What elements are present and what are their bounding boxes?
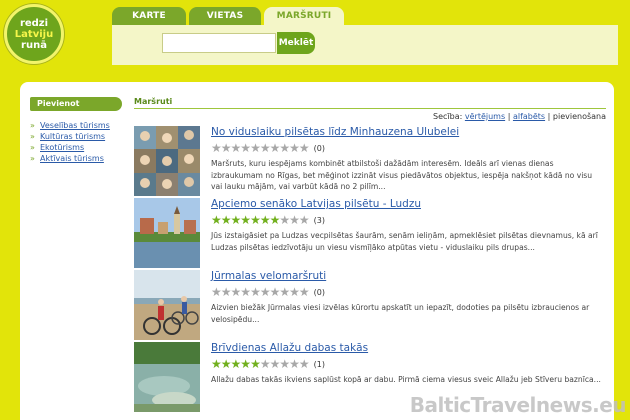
- star-icon[interactable]: ★: [270, 286, 281, 298]
- bullet-icon: »: [30, 143, 35, 152]
- add-route-button[interactable]: Pievienot maršrutu: [30, 97, 122, 122]
- route-description: Allažu dabas takās ikviens saplūst kopā …: [211, 375, 601, 384]
- star-icon[interactable]: ★: [250, 286, 261, 298]
- route-description: Aizvien biežāk Jūrmalas viesi izvēlas kū…: [211, 303, 590, 324]
- rating-count: (3): [313, 215, 325, 225]
- star-icon[interactable]: ★: [250, 142, 261, 154]
- star-rating[interactable]: ★ ★ ★ ★ ★ ★ ★ ★ ★ ★ (0): [211, 142, 325, 154]
- category-link-active[interactable]: Aktīvais tūrisms: [40, 154, 104, 163]
- star-icon[interactable]: ★: [279, 286, 290, 298]
- star-icon[interactable]: ★: [299, 286, 310, 298]
- route-thumbnail[interactable]: [134, 270, 200, 340]
- star-rating[interactable]: ★ ★ ★ ★ ★ ★ ★ ★ ★ ★ (1): [211, 358, 325, 370]
- sort-separator: |: [547, 112, 551, 121]
- star-icon[interactable]: ★: [221, 214, 232, 226]
- star-icon[interactable]: ★: [270, 358, 281, 370]
- rating-count: (0): [313, 143, 325, 153]
- route-thumbnail[interactable]: [134, 342, 200, 412]
- route-thumbnail[interactable]: [134, 198, 200, 268]
- star-icon[interactable]: ★: [250, 358, 261, 370]
- route-description: Maršruts, kuru iespējams kombinēt atbils…: [211, 159, 593, 191]
- logo-line-2: Latviju: [14, 28, 54, 40]
- star-icon[interactable]: ★: [211, 286, 222, 298]
- route-item: Apciemo senāko Latvijas pilsētu - Ludzu …: [134, 198, 606, 270]
- bullet-icon: »: [30, 121, 35, 130]
- route-title-link[interactable]: Brīvdienas Allažu dabas takās: [211, 342, 368, 354]
- category-link-health[interactable]: Veselības tūrisms: [40, 121, 110, 130]
- route-item: No viduslaiku pilsētas līdz Minhauzena U…: [134, 126, 606, 198]
- star-rating[interactable]: ★ ★ ★ ★ ★ ★ ★ ★ ★ ★ (0): [211, 286, 325, 298]
- rating-count: (1): [313, 359, 325, 369]
- star-icon[interactable]: ★: [221, 358, 232, 370]
- star-rating[interactable]: ★ ★ ★ ★ ★ ★ ★ ★ ★ ★ (3): [211, 214, 325, 226]
- star-icon[interactable]: ★: [260, 286, 271, 298]
- sort-separator: |: [507, 112, 511, 121]
- tab-vietas[interactable]: VIETAS: [189, 7, 261, 25]
- rating-count: (0): [313, 287, 325, 297]
- star-icon[interactable]: ★: [211, 214, 222, 226]
- star-icon[interactable]: ★: [279, 142, 290, 154]
- star-icon[interactable]: ★: [240, 142, 251, 154]
- route-title-link[interactable]: Apciemo senāko Latvijas pilsētu - Ludzu: [211, 198, 421, 210]
- search-input[interactable]: [162, 33, 276, 53]
- route-title-link[interactable]: Jūrmalas velomaršruti: [211, 270, 326, 282]
- watermark: BalticTravelnews.eu: [409, 393, 627, 417]
- site-logo[interactable]: redzi Latviju runā: [4, 4, 64, 64]
- star-icon[interactable]: ★: [289, 142, 300, 154]
- logo-line-1: redzi: [19, 17, 49, 29]
- category-link-culture[interactable]: Kultūras tūrisms: [40, 132, 105, 141]
- sort-by-added: pievienošana: [552, 112, 606, 121]
- main-content: Maršruti Secība: vērtējums | alfabēts | …: [134, 97, 606, 412]
- star-icon[interactable]: ★: [221, 286, 232, 298]
- star-icon[interactable]: ★: [289, 286, 300, 298]
- star-icon[interactable]: ★: [250, 214, 261, 226]
- breadcrumb: Maršruti: [134, 97, 606, 109]
- star-icon[interactable]: ★: [289, 358, 300, 370]
- star-icon[interactable]: ★: [211, 142, 222, 154]
- star-icon[interactable]: ★: [240, 286, 251, 298]
- top-nav: KARTE VIETAS MARŠRUTI: [112, 7, 344, 25]
- route-item: Jūrmalas velomaršruti ★ ★ ★ ★ ★ ★ ★ ★ ★ ★ (0) Aizv…: [134, 270, 606, 342]
- star-icon[interactable]: ★: [231, 214, 242, 226]
- star-icon[interactable]: ★: [231, 286, 242, 298]
- bullet-icon: »: [30, 154, 35, 163]
- sort-by-alphabet[interactable]: alfabēts: [513, 112, 545, 121]
- category-link-eco[interactable]: Ekotūrisms: [40, 143, 84, 152]
- category-list: » Veselības tūrisms » Kultūras tūrisms » Ek…: [30, 121, 130, 163]
- sort-bar: Secība: vērtējums | alfabēts | pievienoš…: [134, 112, 606, 121]
- star-icon[interactable]: ★: [270, 142, 281, 154]
- bullet-icon: »: [30, 132, 35, 141]
- star-icon[interactable]: ★: [279, 214, 290, 226]
- star-icon[interactable]: ★: [211, 358, 222, 370]
- route-title-link[interactable]: No viduslaiku pilsētas līdz Minhauzena U…: [211, 126, 459, 138]
- sort-by-rating[interactable]: vērtējums: [465, 112, 505, 121]
- tab-marsruti[interactable]: MARŠRUTI: [264, 7, 344, 25]
- star-icon[interactable]: ★: [299, 358, 310, 370]
- star-icon[interactable]: ★: [279, 358, 290, 370]
- star-icon[interactable]: ★: [231, 142, 242, 154]
- star-icon[interactable]: ★: [299, 142, 310, 154]
- star-icon[interactable]: ★: [240, 214, 251, 226]
- route-thumbnail[interactable]: [134, 126, 200, 196]
- star-icon[interactable]: ★: [240, 358, 251, 370]
- route-description: Jūs izstaigāsiet pa Ludzas vecpilsētas š…: [211, 231, 598, 252]
- star-icon[interactable]: ★: [289, 214, 300, 226]
- list-item: » Kultūras tūrisms: [30, 132, 130, 141]
- star-icon[interactable]: ★: [260, 358, 271, 370]
- tab-karte[interactable]: KARTE: [112, 7, 186, 25]
- sidebar: Pievienot maršrutu » Veselības tūrisms » K…: [30, 97, 130, 165]
- star-icon[interactable]: ★: [221, 142, 232, 154]
- star-icon[interactable]: ★: [231, 358, 242, 370]
- search-button[interactable]: Meklēt: [277, 32, 315, 54]
- sort-label: Secība:: [433, 112, 463, 121]
- logo-line-3: runā: [21, 39, 47, 51]
- list-item: » Ekotūrisms: [30, 143, 130, 152]
- star-icon[interactable]: ★: [260, 214, 271, 226]
- content-panel: Pievienot maršrutu » Veselības tūrisms » K…: [20, 82, 614, 420]
- star-icon[interactable]: ★: [260, 142, 271, 154]
- list-item: » Aktīvais tūrisms: [30, 154, 130, 163]
- star-icon[interactable]: ★: [299, 214, 310, 226]
- list-item: » Veselības tūrisms: [30, 121, 130, 130]
- star-icon[interactable]: ★: [270, 214, 281, 226]
